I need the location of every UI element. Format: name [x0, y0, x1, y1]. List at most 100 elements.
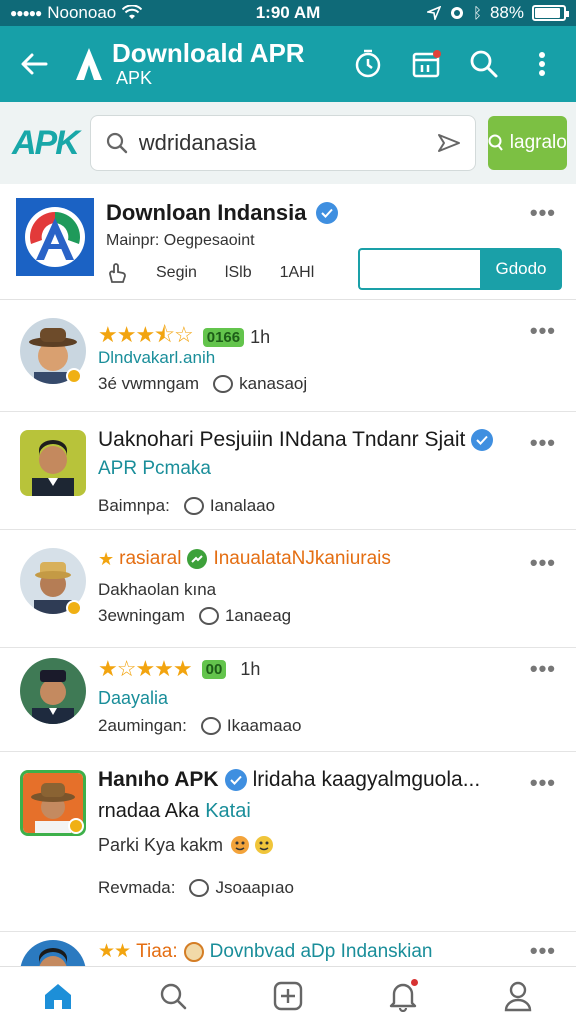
more-vert-icon: [539, 52, 545, 76]
comment-icon[interactable]: [200, 717, 221, 735]
meta-left: Baimnpa:: [98, 496, 170, 515]
item-more-button[interactable]: •••: [530, 940, 556, 962]
featured-more-button[interactable]: •••: [530, 202, 556, 224]
post-line3: Parki Kya kakm: [98, 834, 224, 855]
search-icon: [106, 132, 127, 154]
post-time: 1h: [250, 326, 271, 347]
featured-stat-2: lSlb: [224, 264, 252, 281]
post-subtitle: Dakhaolan kına: [98, 580, 217, 599]
avatar-image: [20, 940, 86, 966]
avatar[interactable]: [20, 658, 86, 724]
status-bar: ●●●●● Noonoao 1:90 AM ᛒ 88%: [0, 0, 576, 26]
comment-icon[interactable]: [213, 375, 234, 393]
app-title: Downloald APR: [112, 38, 305, 68]
search-box[interactable]: [89, 115, 476, 171]
battery-icon: [532, 5, 569, 21]
featured-app-icon: [16, 198, 94, 276]
item-more-button[interactable]: •••: [530, 552, 556, 574]
home-icon: [44, 983, 71, 1009]
item-more-button[interactable]: •••: [530, 772, 556, 794]
rating-stars: ★★: [98, 941, 131, 962]
featured-input-field[interactable]: [358, 248, 480, 290]
nav-search[interactable]: [155, 978, 191, 1014]
item-more-button[interactable]: •••: [530, 658, 556, 680]
back-arrow-icon: [21, 53, 48, 75]
timer-icon: [355, 49, 381, 78]
comment-icon[interactable]: [189, 879, 210, 897]
comment-icon[interactable]: [198, 607, 219, 625]
post-subtitle: Daayalia: [98, 688, 169, 708]
alarm-icon: [450, 7, 463, 19]
battery-fill: [535, 8, 560, 18]
avatar[interactable]: [20, 940, 86, 966]
verified-icon: [224, 769, 247, 791]
search-icon: [470, 50, 498, 78]
trend-icon: [187, 549, 208, 569]
app-subtitle: APK: [116, 68, 153, 88]
search-submit-label: lagralo: [509, 132, 567, 153]
post-title-b: InaualataNJkaniurais: [213, 548, 391, 569]
timer-button[interactable]: [352, 48, 384, 80]
apk-logo: APK: [12, 123, 80, 162]
calendar-icon: [412, 50, 441, 78]
verified-icon: [316, 202, 339, 224]
meta-left: 3é vwmngam: [98, 374, 200, 393]
post-title-a: Hanıho APK: [98, 768, 219, 791]
feed-item[interactable]: ★ rasiaral InaualataNJkaniurais Dakhaola…: [0, 530, 576, 648]
post-subtitle-a: rnadaa Aka: [98, 800, 200, 822]
avatar[interactable]: [20, 430, 86, 496]
status-badge-icon: [66, 368, 82, 384]
meta-right: Ianalaao: [209, 496, 276, 515]
search-icon: [488, 134, 503, 151]
avatar-image: [20, 658, 86, 724]
avatar-image: [20, 430, 86, 496]
featured-action-button[interactable]: Gdodo: [480, 248, 562, 290]
logo-a-icon: [76, 48, 102, 80]
post-title-a: Tiaa:: [136, 940, 178, 962]
feed-item[interactable]: ★★★⯪☆ 0166 1h Dlndvakarl.anih 3é vwmngam…: [0, 300, 576, 412]
meta-left: 2aumingan:: [98, 716, 187, 735]
rating-badge: 00: [201, 659, 227, 679]
featured-app-title: Downloan Indansia: [106, 200, 307, 225]
verified-icon: [471, 429, 494, 451]
meta-left: 3ewningam: [98, 606, 185, 625]
nav-add[interactable]: [270, 978, 306, 1014]
calendar-button[interactable]: [410, 48, 442, 80]
emoji-icon: [229, 834, 275, 856]
send-icon[interactable]: [437, 133, 461, 153]
search-submit-button[interactable]: lagralo: [487, 116, 567, 170]
featured-app-subtitle: Mainpr: Oegpesaoint: [106, 232, 255, 249]
location-icon: [426, 6, 441, 20]
nav-notifications[interactable]: [385, 977, 421, 1014]
post-subtitle-b: Katai: [205, 800, 251, 822]
meta-right: Ikaamaao: [226, 716, 302, 735]
feed-item[interactable]: ★☆★★★ 00 1h Daayalia 2aumingan: Ikaamaao…: [0, 648, 576, 752]
search-icon: [160, 983, 187, 1009]
nav-home[interactable]: [40, 978, 76, 1014]
item-more-button[interactable]: •••: [530, 320, 556, 342]
profile-icon: [505, 981, 532, 1011]
back-button[interactable]: [14, 44, 54, 84]
bottom-navigation: [0, 966, 576, 1024]
feed-item[interactable]: Hanıho APK lridaha kaagyalmguola... rnad…: [0, 752, 576, 932]
post-time: 1h: [240, 658, 261, 679]
feed-item[interactable]: Uaknohari Pesjuiin INdana Tndanr Sjait A…: [0, 412, 576, 530]
search-button[interactable]: [468, 48, 500, 80]
more-options-button[interactable]: [526, 48, 558, 80]
bluetooth-icon: ᛒ: [472, 4, 482, 22]
wifi-icon: [122, 5, 143, 19]
search-input[interactable]: [138, 130, 427, 156]
status-badge-icon: [66, 600, 82, 616]
nav-profile[interactable]: [500, 978, 536, 1014]
featured-stat-3: 1AHl: [279, 264, 315, 281]
rating-stars: ★☆★★★: [98, 656, 193, 681]
leaf-icon: [183, 941, 204, 962]
app-logo-icon: [25, 207, 85, 267]
meta-right: 1anaeag: [224, 606, 292, 625]
feed-item[interactable]: ★★ Tiaa: Dovnbvad aDp Indanskian •••: [0, 932, 576, 966]
comment-icon[interactable]: [183, 497, 204, 515]
item-more-button[interactable]: •••: [530, 432, 556, 454]
featured-app-card[interactable]: Downloan Indansia Mainpr: Oegpesaoint Se…: [0, 184, 576, 300]
meta-right: kanasaoj: [239, 374, 308, 393]
post-title: Uaknohari Pesjuiin INdana Tndanr Sjait: [98, 428, 466, 451]
